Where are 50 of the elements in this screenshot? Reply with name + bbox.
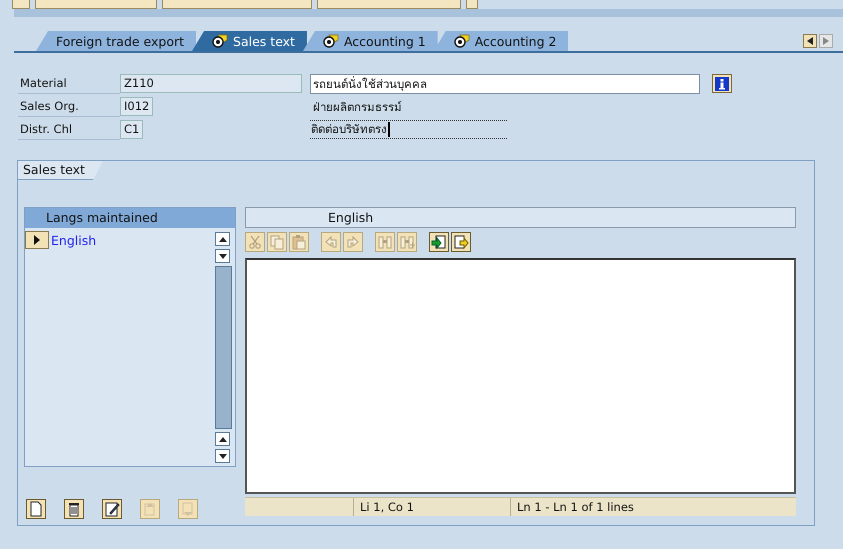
info-button[interactable] — [712, 74, 732, 93]
scroll-up-button[interactable] — [215, 432, 230, 446]
language-item[interactable]: English — [51, 232, 96, 248]
edit-button[interactable] — [102, 499, 122, 519]
scroll-down-button[interactable] — [215, 449, 230, 463]
document-import-icon — [430, 233, 448, 251]
group-title: Sales text — [18, 161, 103, 180]
down-triangle-icon — [218, 254, 226, 258]
input-field[interactable] — [162, 0, 312, 9]
input-field[interactable] — [12, 0, 30, 9]
up-triangle-icon — [218, 236, 226, 242]
right-triangle-icon — [823, 37, 829, 45]
text-editor[interactable] — [245, 258, 796, 494]
down-triangle-icon — [218, 454, 226, 458]
list-header: Langs maintained — [25, 208, 235, 228]
description-text: ฝ่ายผลิตกรมธรรม์ — [312, 98, 402, 116]
status-text: Li 1, Co 1 — [353, 498, 510, 516]
flag-circle-icon — [212, 34, 228, 48]
tab[interactable]: Accounting 1 — [302, 31, 438, 51]
export-button[interactable] — [451, 232, 471, 252]
status-text: Ln 1 - Ln 1 of 1 lines — [510, 498, 634, 516]
value-field[interactable]: Z110 — [120, 74, 302, 93]
tab[interactable]: Foreign trade export — [36, 31, 196, 51]
pencil-page-icon — [103, 500, 121, 518]
delete-button[interactable] — [64, 499, 84, 519]
info-icon — [715, 76, 729, 90]
import-button[interactable] — [429, 232, 449, 252]
scroll-left-button[interactable] — [803, 34, 817, 48]
input-field[interactable] — [466, 0, 478, 9]
input-field[interactable] — [35, 0, 157, 9]
right-triangle-icon — [34, 235, 40, 245]
clipboard-icon — [290, 233, 308, 251]
copy-icon — [268, 233, 286, 251]
up-triangle-icon — [218, 436, 226, 442]
new-button[interactable] — [26, 499, 46, 519]
description-field[interactable]: ติดต่อบริษัทตรง — [310, 120, 507, 139]
scroll-down-button[interactable] — [215, 249, 230, 263]
scrollbar-thumb[interactable] — [215, 266, 232, 429]
description-field[interactable]: รถยนต์นั่งใช้ส่วนบุคคล — [310, 74, 700, 94]
flag-circle-icon — [454, 34, 470, 48]
value-field[interactable]: C1 — [120, 120, 144, 139]
input-field[interactable] — [317, 0, 461, 9]
flag-circle-icon — [322, 34, 339, 48]
document-export-icon — [452, 233, 470, 251]
left-triangle-icon — [807, 37, 813, 45]
tab[interactable]: Sales text — [192, 31, 307, 51]
value-field[interactable]: I012 — [120, 97, 154, 116]
row-selector[interactable] — [25, 231, 49, 249]
editor-header: English — [245, 207, 796, 228]
scroll-up-button[interactable] — [215, 232, 230, 246]
